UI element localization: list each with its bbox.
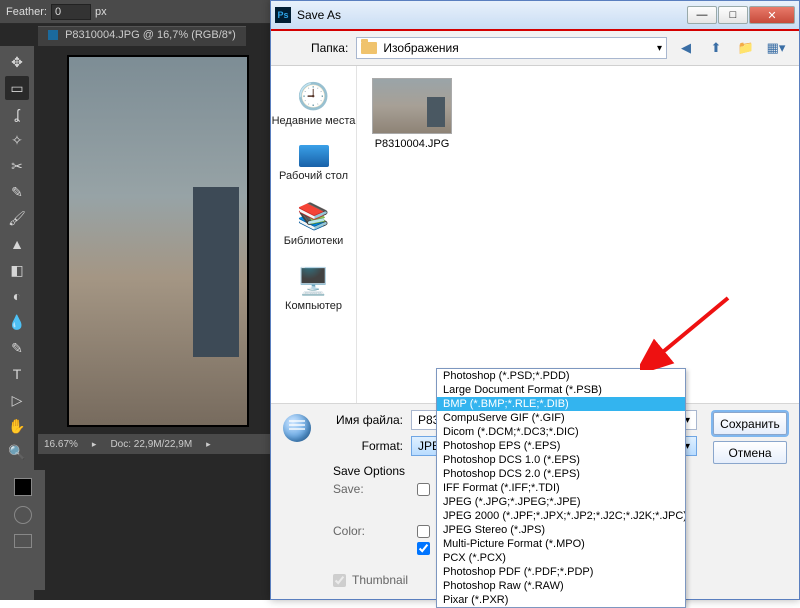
back-button-icon[interactable]: ◀ [675, 37, 697, 59]
move-tool-icon[interactable]: ✥ [5, 50, 29, 74]
zoom-display[interactable]: 16.67% [44, 439, 78, 450]
places-desktop[interactable]: Рабочий стол [279, 145, 348, 182]
stamp-tool-icon[interactable]: ▲ [5, 232, 29, 256]
format-option[interactable]: Large Document Format (*.PSB) [437, 383, 685, 397]
eyedropper-tool-icon[interactable]: ✎ [5, 180, 29, 204]
canvas-area [38, 46, 270, 466]
format-option[interactable]: Photoshop DCS 1.0 (*.EPS) [437, 453, 685, 467]
lasso-tool-icon[interactable]: ʆ [5, 102, 29, 126]
format-option[interactable]: Dicom (*.DCM;*.DC3;*.DIC) [437, 425, 685, 439]
folder-row: Папка: Изображения ▾ ◀ ⬆ 📁 ▦▾ [271, 31, 799, 65]
places-computer[interactable]: 🖥️ Компьютер [285, 265, 342, 312]
feather-label: Feather: [6, 6, 47, 18]
maximize-button[interactable]: □ [718, 6, 748, 24]
type-tool-icon[interactable]: T [5, 362, 29, 386]
close-button[interactable]: ✕ [749, 6, 795, 24]
zoom-tool-icon[interactable]: 🔍 [5, 440, 29, 464]
folder-combo[interactable]: Изображения ▾ [356, 37, 667, 59]
format-option[interactable]: JPEG 2000 (*.JPF;*.JPX;*.JP2;*.J2C;*.J2K… [437, 509, 685, 523]
format-option[interactable]: IFF Format (*.IFF;*.TDI) [437, 481, 685, 495]
save-button[interactable]: Сохранить [713, 412, 787, 435]
format-label: Format: [333, 439, 403, 453]
feather-unit: px [95, 6, 107, 18]
path-tool-icon[interactable]: ▷ [5, 388, 29, 412]
save-opt-checkbox-1[interactable] [417, 483, 430, 496]
recent-icon: 🕘 [296, 80, 332, 112]
places-recent[interactable]: 🕘 Недавние места [272, 80, 356, 127]
new-folder-icon[interactable]: 📁 [735, 37, 757, 59]
bottom-panels [0, 470, 45, 590]
libraries-icon: 📚 [295, 200, 331, 232]
dialog-body: 🕘 Недавние места Рабочий стол 📚 Библиоте… [271, 65, 799, 403]
file-list[interactable]: P8310004.JPG [357, 66, 799, 403]
format-option[interactable]: PCX (*.PCX) [437, 551, 685, 565]
file-item[interactable]: P8310004.JPG [369, 78, 455, 150]
computer-icon: 🖥️ [296, 265, 332, 297]
places-libraries[interactable]: 📚 Библиотеки [284, 200, 344, 247]
format-option[interactable]: Photoshop (*.PSD;*.PDD) [437, 369, 685, 383]
cancel-button[interactable]: Отмена [713, 441, 787, 464]
eraser-tool-icon[interactable]: ◧ [5, 258, 29, 282]
document-tab[interactable]: P8310004.JPG @ 16,7% (RGB/8*) [38, 26, 246, 46]
ps-app-icon: Ps [275, 7, 291, 23]
marquee-tool-icon[interactable]: ▭ [5, 76, 29, 100]
format-option[interactable]: JPEG Stereo (*.JPS) [437, 523, 685, 537]
format-option[interactable]: Photoshop PDF (*.PDF;*.PDP) [437, 565, 685, 579]
color-opt-checkbox-2[interactable] [417, 542, 430, 555]
format-option[interactable]: BMP (*.BMP;*.RLE;*.DIB) [437, 397, 685, 411]
format-option[interactable]: Photoshop DCS 2.0 (*.EPS) [437, 467, 685, 481]
format-option[interactable]: JPEG (*.JPG;*.JPEG;*.JPE) [437, 495, 685, 509]
wand-tool-icon[interactable]: ✧ [5, 128, 29, 152]
format-option[interactable]: CompuServe GIF (*.GIF) [437, 411, 685, 425]
format-option[interactable]: Photoshop EPS (*.EPS) [437, 439, 685, 453]
hand-tool-icon[interactable]: ✋ [5, 414, 29, 438]
crop-tool-icon[interactable]: ✂ [5, 154, 29, 178]
up-button-icon[interactable]: ⬆ [705, 37, 727, 59]
places-libraries-label: Библиотеки [284, 235, 344, 247]
places-bar: 🕘 Недавние места Рабочий стол 📚 Библиоте… [271, 66, 357, 403]
places-computer-label: Компьютер [285, 300, 342, 312]
dialog-titlebar[interactable]: Ps Save As — □ ✕ [271, 1, 799, 29]
status-bar: 16.67% ▸ Doc: 22,9M/22,9M ▸ [38, 434, 270, 454]
folder-icon [361, 42, 377, 54]
document-canvas[interactable] [68, 56, 248, 426]
folder-value: Изображения [383, 41, 458, 55]
image-content [193, 187, 239, 357]
format-option[interactable]: Multi-Picture Format (*.MPO) [437, 537, 685, 551]
feather-input[interactable] [51, 4, 91, 20]
color-opt-checkbox-1[interactable] [417, 525, 430, 538]
places-recent-label: Недавние места [272, 115, 356, 127]
gradient-tool-icon[interactable]: ◐ [5, 284, 29, 308]
status-menu-icon[interactable]: ▸ [206, 439, 211, 450]
status-chevron-icon[interactable]: ▸ [92, 439, 97, 450]
document-tab-title: P8310004.JPG @ 16,7% (RGB/8*) [65, 29, 236, 41]
doc-size-display: Doc: 22,9M/22,9M [110, 439, 192, 450]
folder-label: Папка: [311, 41, 348, 55]
color-sublabel: Color: [333, 524, 411, 538]
chevron-down-icon: ▾ [657, 43, 662, 54]
desktop-icon [299, 145, 329, 167]
ps-icon [48, 30, 58, 40]
format-option[interactable]: Pixar (*.PXR) [437, 593, 685, 607]
file-thumbnail [372, 78, 452, 134]
brush-tool-icon[interactable]: 🖌 [5, 206, 29, 230]
swatch-black-icon[interactable] [14, 478, 32, 496]
minimize-button[interactable]: — [687, 6, 717, 24]
dialog-title: Save As [297, 8, 341, 22]
save-sublabel: Save: [333, 482, 411, 496]
blur-tool-icon[interactable]: 💧 [5, 310, 29, 334]
thumbnail-checkbox [333, 574, 346, 587]
pen-tool-icon[interactable]: ✎ [5, 336, 29, 360]
filename-label: Имя файла: [333, 413, 403, 427]
quickmask-icon[interactable] [14, 506, 32, 524]
view-menu-icon[interactable]: ▦▾ [765, 37, 787, 59]
file-name: P8310004.JPG [375, 138, 450, 150]
places-desktop-label: Рабочий стол [279, 170, 348, 182]
thumbnail-label: Thumbnail [352, 573, 408, 587]
network-icon[interactable] [283, 414, 311, 442]
format-dropdown-list[interactable]: Photoshop (*.PSD;*.PDD)Large Document Fo… [436, 368, 686, 608]
format-option[interactable]: Photoshop Raw (*.RAW) [437, 579, 685, 593]
screenmode-icon[interactable] [14, 534, 32, 548]
